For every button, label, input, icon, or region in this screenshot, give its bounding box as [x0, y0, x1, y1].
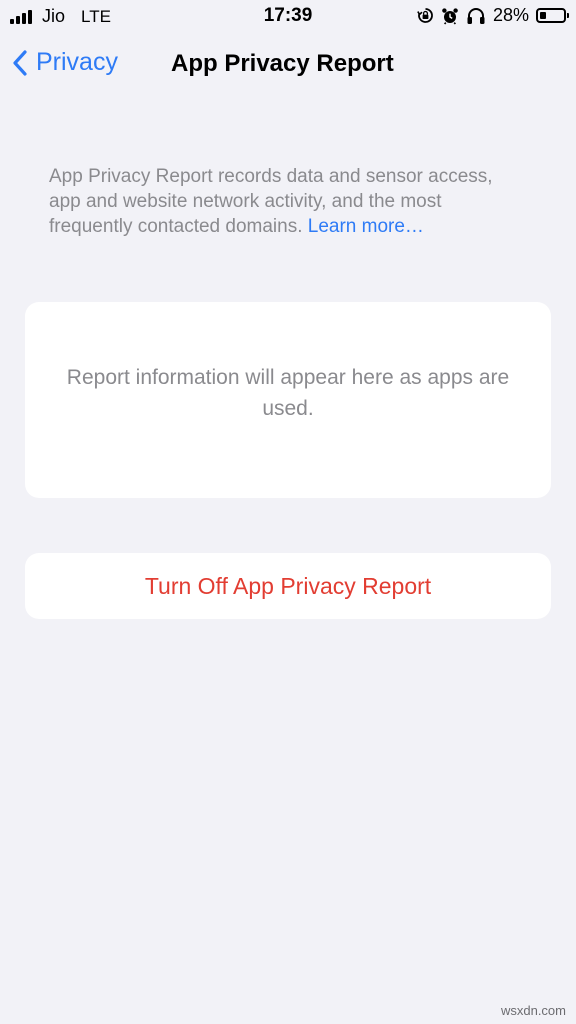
navigation-bar: Privacy App Privacy Report: [0, 40, 576, 92]
alarm-icon: [441, 7, 459, 25]
back-button[interactable]: Privacy: [12, 48, 118, 77]
status-bar-right: 28%: [417, 5, 569, 26]
watermark: wsxdn.com: [500, 1003, 566, 1018]
headphones-icon: [466, 7, 486, 25]
description-body: App Privacy Report records data and sens…: [49, 166, 493, 237]
battery-level-fill: [540, 12, 546, 19]
description-text: App Privacy Report records data and sens…: [49, 164, 529, 239]
turn-off-app-privacy-report-button[interactable]: Turn Off App Privacy Report: [25, 553, 551, 619]
battery-percent: 28%: [492, 5, 529, 25]
turn-off-label: Turn Off App Privacy Report: [144, 572, 432, 599]
chevron-left-icon: [12, 49, 28, 77]
orientation-lock-icon: [417, 7, 434, 24]
report-empty-card: Report information will appear here as a…: [25, 302, 551, 498]
battery-icon: [536, 8, 569, 23]
report-empty-message: Report information will appear here as a…: [66, 366, 510, 420]
back-button-label: Privacy: [36, 48, 118, 76]
learn-more-link[interactable]: Learn more…: [308, 216, 424, 237]
page-title: App Privacy Report: [171, 50, 394, 77]
status-bar: Jio LTE 17:39 28%: [0, 0, 576, 34]
